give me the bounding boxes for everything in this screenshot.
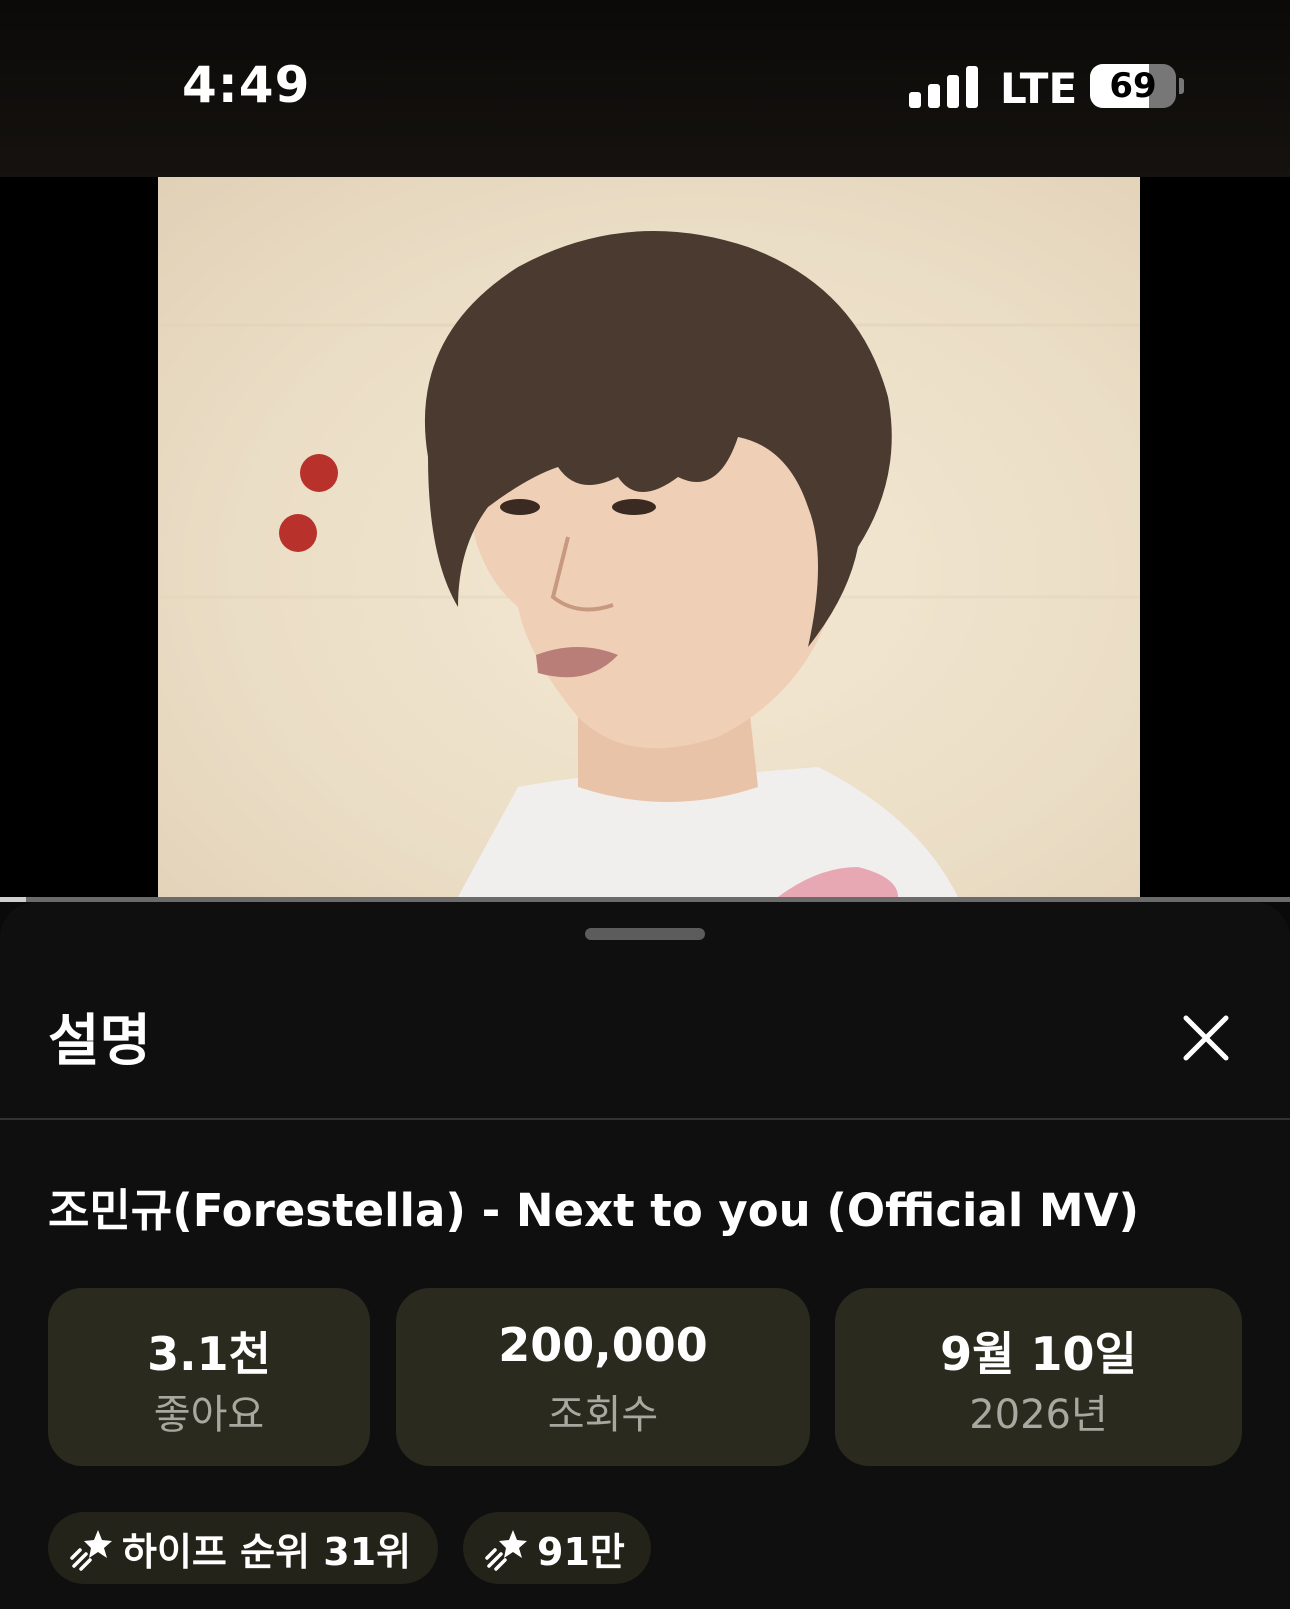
hype-rank-chip[interactable]: 하이프 순위 31위 [48,1512,438,1584]
hype-rank-label: 하이프 순위 31위 [122,1529,412,1574]
video-thumbnail[interactable] [158,177,1140,897]
likes-count: 3.1천 [147,1327,271,1381]
battery-cap [1179,78,1184,94]
hype-icon [485,1530,527,1571]
hype-icon [70,1530,112,1571]
divider [0,1118,1290,1120]
description-sheet: 설명 조민규(Forestella) - Next to you (Offici… [0,902,1290,1609]
upload-date: 9월 10일 [940,1327,1137,1381]
video-title: 조민규(Forestella) - Next to you (Official … [48,1184,1140,1237]
upload-year: 2026년 [969,1392,1108,1438]
battery-icon: 69 [1090,64,1176,108]
hype-count-chip[interactable]: 91만 [463,1512,651,1584]
video-player[interactable] [0,177,1290,897]
hype-count-label: 91만 [537,1529,625,1574]
views-stat-card: 200,000 조회수 [396,1288,810,1466]
date-stat-card: 9월 10일 2026년 [835,1288,1242,1466]
likes-stat-card: 3.1천 좋아요 [48,1288,370,1466]
video-progress-fill [0,897,26,902]
video-frame-image [158,177,1140,897]
status-time: 4:49 [182,56,311,114]
sheet-title: 설명 [48,1009,152,1074]
battery-percent: 69 [1109,66,1157,106]
status-bar: 4:49 LTE 69 [0,0,1290,177]
likes-label: 좋아요 [153,1392,265,1438]
close-button[interactable] [1170,1002,1242,1074]
close-icon [1183,1015,1229,1061]
views-label: 조회수 [547,1392,659,1438]
drag-handle[interactable] [585,928,705,940]
views-count: 200,000 [498,1318,708,1372]
network-type: LTE [1000,64,1078,113]
cellular-signal-icon [909,66,978,108]
